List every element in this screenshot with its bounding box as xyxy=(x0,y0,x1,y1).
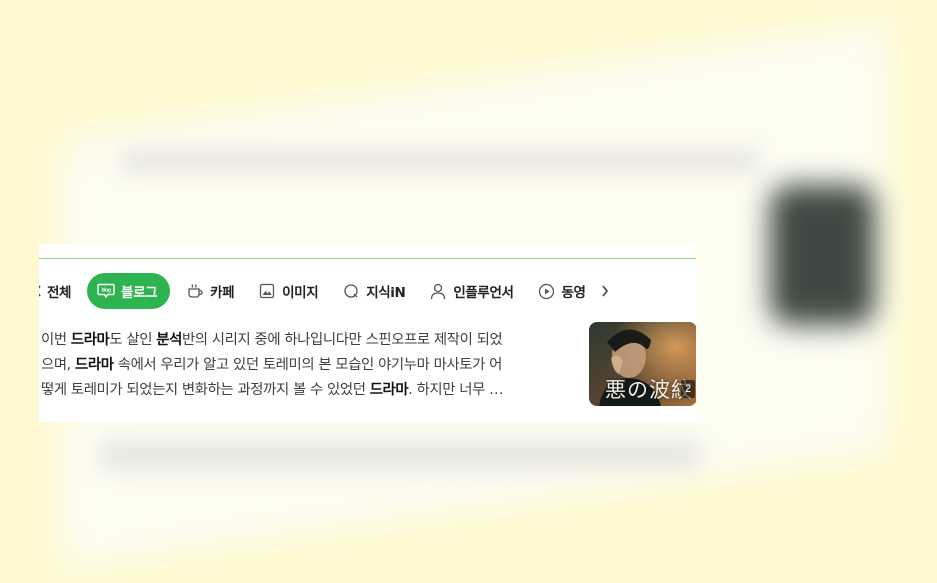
tab-cafe[interactable]: 카페 xyxy=(174,273,246,309)
snippet-segment: 속에서 우리가 알고 있던 토레미의 본 모습인 야기누마 마사토가 어 xyxy=(113,357,503,373)
tab-influencer-label: 인플루언서 xyxy=(453,285,514,301)
blurred-background-bar xyxy=(120,150,760,172)
snippet-line: 으며, 드라마 속에서 우리가 알고 있던 토레미의 본 모습인 야기누마 마사… xyxy=(41,353,586,378)
chevron-left-icon xyxy=(39,282,43,300)
tab-all-label: 전체 xyxy=(47,285,72,301)
tab-image[interactable]: 이미지 xyxy=(246,273,330,309)
tab-all[interactable]: 전체 xyxy=(39,273,83,309)
search-result-card: 전체 blog 블로그 카페 이미지 지식iN 인플루언서 동영 이번 드라마도… xyxy=(39,244,696,422)
cafe-cup-icon xyxy=(186,282,204,300)
highlighted-keyword: 드라마 xyxy=(75,357,114,373)
snippet-segment: 이번 xyxy=(41,332,71,348)
tab-blog[interactable]: blog 블로그 xyxy=(87,273,171,309)
highlighted-keyword: 드라마 xyxy=(70,332,110,348)
blurred-background-thumbnail xyxy=(770,185,875,325)
person-icon xyxy=(429,282,447,300)
snippet-segment: 떻게 토레미가 되었는지 변화하는 과정까지 볼 수 있었던 xyxy=(41,382,370,398)
tab-video-label: 동영 xyxy=(561,285,586,301)
highlighted-keyword: 드라마 xyxy=(369,382,409,398)
chevron-right-icon[interactable] xyxy=(596,273,614,309)
blurred-background-bar xyxy=(100,440,700,470)
blog-badge-text: blog xyxy=(102,288,111,294)
tab-blog-label: 블로그 xyxy=(121,285,158,301)
search-bar-underline xyxy=(39,258,696,259)
tab-knowledge-in[interactable]: 지식iN xyxy=(330,273,417,309)
tab-video[interactable]: 동영 xyxy=(526,273,590,309)
snippet-segment: . 하지만 너무 … xyxy=(408,382,504,398)
blog-icon: blog xyxy=(97,282,115,300)
play-icon xyxy=(538,282,556,300)
thumbnail-title-text: 悪の波紋 xyxy=(605,378,693,402)
snippet-line: 떻게 토레미가 되었는지 변화하는 과정까지 볼 수 있었던 드라마. 하지만 … xyxy=(41,378,586,403)
snippet-segment: 도 살인 xyxy=(109,332,157,348)
snippet-line: 이번 드라마도 살인 분석반의 시리지 중에 하나입니다만 스핀오프로 제작이 … xyxy=(41,328,586,353)
search-tabs: 전체 blog 블로그 카페 이미지 지식iN 인플루언서 동영 xyxy=(39,272,696,310)
snippet-segment: 반의 시리지 중에 하나입니다만 스핀오프로 제작이 되었 xyxy=(181,332,503,348)
knowledge-icon xyxy=(342,282,360,300)
tab-knowledge-in-label: 지식iN xyxy=(366,285,406,301)
tab-image-label: 이미지 xyxy=(282,285,319,301)
tab-influencer[interactable]: 인플루언서 xyxy=(417,273,525,309)
post-thumbnail[interactable]: 悪の波紋 2 xyxy=(589,322,696,406)
highlighted-keyword: 분석 xyxy=(156,332,182,348)
blog-snippet-text[interactable]: 이번 드라마도 살인 분석반의 시리지 중에 하나입니다만 스핀오프로 제작이 … xyxy=(41,328,586,403)
snippet-segment: 으며, xyxy=(41,357,76,373)
tab-cafe-label: 카페 xyxy=(210,285,235,301)
image-icon xyxy=(258,282,276,300)
image-count-badge: 2 xyxy=(681,380,695,398)
